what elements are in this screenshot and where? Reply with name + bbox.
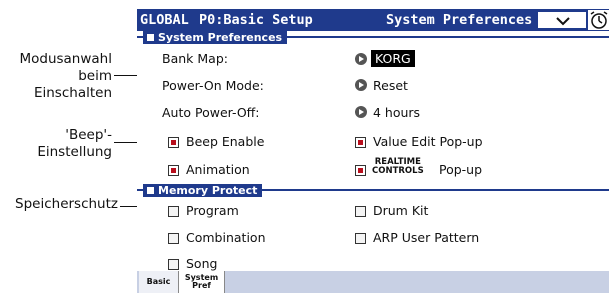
animation-label: Animation [186,162,250,177]
page-title: P0:Basic Setup [199,12,313,28]
title-bar: GLOBAL P0:Basic Setup System Preferences [137,9,609,31]
drum-kit-protect-label: Drum Kit [373,203,429,218]
tab-system-pref[interactable]: System Pref [179,271,225,293]
arp-user-pattern-protect-checkbox[interactable] [355,233,366,244]
chevron-down-icon [556,17,570,26]
song-protect-label: Song [186,256,218,271]
clock-button[interactable] [588,10,609,30]
drum-kit-protect-checkbox[interactable] [355,206,366,217]
combination-protect-label: Combination [186,230,266,245]
power-on-mode-value[interactable]: Reset [373,78,408,93]
auto-power-off-value[interactable]: 4 hours [373,105,420,120]
power-on-mode-label: Power-On Mode: [162,78,264,93]
section-marker-icon [147,187,154,194]
program-protect-label: Program [186,203,239,218]
beep-enable-label: Beep Enable [186,134,265,149]
section-marker-icon [147,34,154,41]
popup-arrow-icon[interactable] [355,79,367,91]
realtime-controls-popup-label: Pop-up [439,162,483,177]
song-protect-checkbox[interactable] [168,259,179,270]
arp-user-pattern-protect-label: ARP User Pattern [373,230,480,245]
device-screen: GLOBAL P0:Basic Setup System Preferences… [137,9,609,293]
bank-map-value[interactable]: KORG [371,50,415,67]
page-tabs: Basic System Pref [137,271,609,293]
value-edit-popup-checkbox[interactable] [355,137,366,148]
tab-basic[interactable]: Basic [139,271,179,293]
program-protect-checkbox[interactable] [168,206,179,217]
callout-memory-protect: Speicherschutz [15,196,118,212]
callout-beep-setting: 'Beep'- Einstellung [37,127,112,160]
mode-label: GLOBAL [140,12,189,28]
popup-arrow-icon[interactable] [355,106,367,118]
tab-title: System Preferences [386,12,533,28]
combination-protect-checkbox[interactable] [168,233,179,244]
beep-enable-checkbox[interactable] [168,137,179,148]
realtime-controls-popup-checkbox[interactable] [355,165,366,176]
animation-checkbox[interactable] [168,165,179,176]
section-title-system-preferences: System Preferences [143,31,288,44]
value-edit-popup-label: Value Edit Pop-up [373,134,483,149]
section-title-memory-protect: Memory Protect [143,184,263,197]
callout-power-on-mode: Modusanwahl beim Einschalten [19,51,112,101]
clock-icon [590,11,608,29]
realtime-controls-label: REALTIME CONTROLS [372,157,424,176]
page-menu-button[interactable] [537,11,587,29]
main-panel: System Preferences Bank Map: KORG Power-… [137,31,609,271]
popup-arrow-icon[interactable] [355,53,367,65]
auto-power-off-label: Auto Power-Off: [162,105,260,120]
bank-map-label: Bank Map: [162,51,228,66]
